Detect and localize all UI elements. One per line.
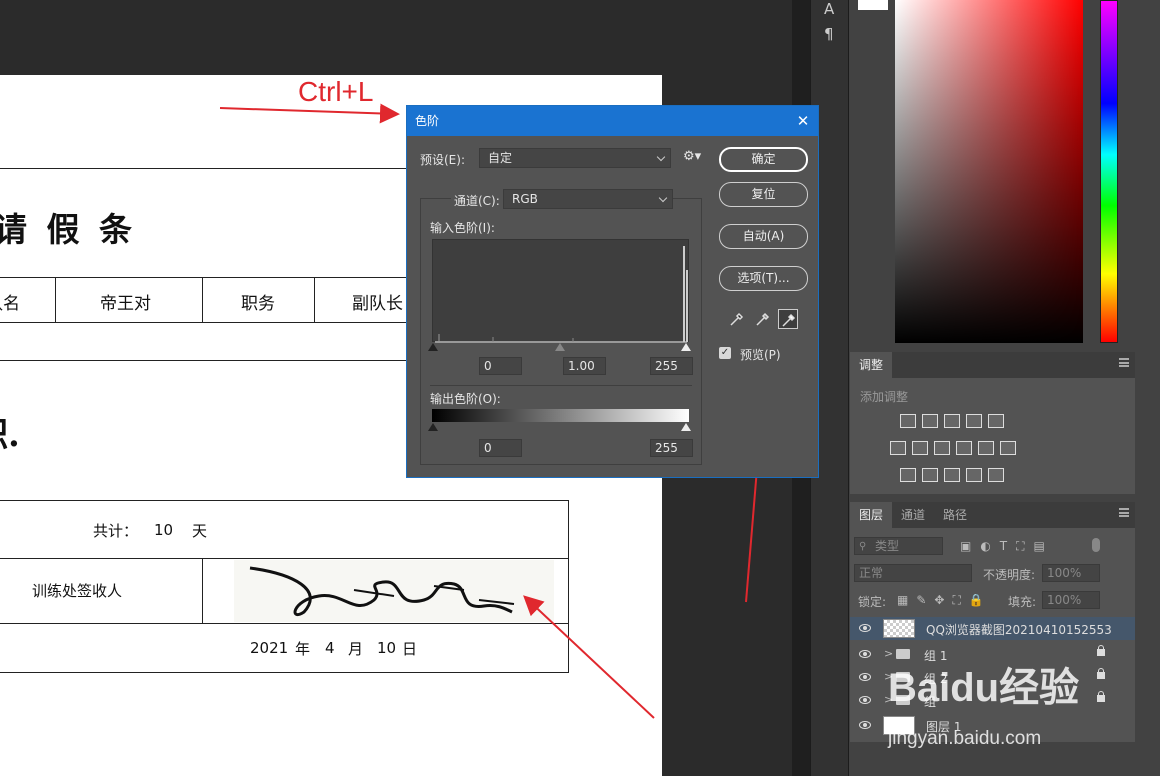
fill-field[interactable]: 100% [1042, 591, 1100, 609]
foreground-color-swatch[interactable] [858, 0, 888, 10]
tab-paths[interactable]: 路径 [934, 502, 976, 528]
input-black-slider[interactable] [428, 343, 438, 351]
exposure-icon[interactable] [966, 414, 982, 428]
layer-filter-select[interactable]: 类型 [854, 537, 943, 555]
tab-layers[interactable]: 图层 [850, 502, 893, 528]
tab-channels[interactable]: 通道 [892, 502, 934, 528]
input-white-slider[interactable] [681, 343, 691, 351]
opacity-label: 不透明度: [983, 568, 1036, 582]
output-black-slider[interactable] [428, 423, 438, 431]
preset-label: 预设(E): [420, 153, 465, 167]
input-white-field[interactable]: 255 [650, 357, 693, 375]
add-adjustment-label: 添加调整 [860, 390, 909, 404]
output-black-field[interactable]: 0 [479, 439, 522, 457]
blend-mode-select[interactable]: 正常 [854, 564, 972, 582]
lock-icon [1097, 645, 1105, 656]
fill-label: 填充: [1008, 595, 1037, 609]
reset-button[interactable]: 复位 [719, 182, 808, 207]
divider [430, 385, 692, 386]
input-black-field[interactable]: 0 [479, 357, 522, 375]
channel-select[interactable]: RGB [503, 189, 673, 209]
hue-slider[interactable] [1100, 0, 1118, 343]
photo-filter-icon[interactable] [956, 441, 972, 455]
layer-filter-icons[interactable]: ▣◐T⛶▤ [960, 539, 1054, 554]
output-white-field[interactable]: 255 [650, 439, 693, 457]
black-eyedropper-icon[interactable] [727, 309, 747, 329]
curves-icon[interactable] [944, 414, 960, 428]
color-balance-icon[interactable] [912, 441, 928, 455]
gear-icon[interactable]: ⚙▾ [683, 149, 701, 164]
output-gradient [432, 409, 689, 422]
dialog-titlebar[interactable]: 色阶 ✕ [407, 106, 818, 136]
visibility-eye-icon[interactable] [859, 650, 871, 658]
close-icon[interactable]: ✕ [794, 106, 812, 136]
levels-icon[interactable] [922, 414, 938, 428]
input-gamma-slider[interactable] [555, 343, 565, 351]
color-field[interactable] [895, 0, 1083, 343]
output-levels-label: 输出色阶(O): [430, 392, 501, 406]
panel-menu-icon[interactable] [1119, 508, 1129, 517]
lock-icon [1097, 668, 1105, 679]
visibility-eye-icon[interactable] [859, 721, 871, 729]
gradient-map-icon[interactable] [988, 468, 1004, 482]
tab-adjustments[interactable]: 调整 [850, 352, 893, 378]
lock-icons[interactable]: ▦✎✥⛶🔒 [897, 593, 992, 608]
levels-dialog: 色阶 ✕ 预设(E): 自定 ⚙▾ 通道(C): RGB 输入色阶(I): 0 … [406, 105, 819, 478]
layer-thumbnail [883, 619, 915, 638]
search-icon: ⚲ [859, 541, 867, 552]
channel-mixer-icon[interactable] [978, 441, 994, 455]
adjustments-panel: 调整 添加调整 [850, 352, 1135, 494]
preview-checkbox[interactable]: ✓ [719, 347, 731, 359]
visibility-eye-icon[interactable] [859, 696, 871, 704]
gray-eyedropper-icon[interactable] [753, 309, 773, 329]
invert-icon[interactable] [900, 468, 916, 482]
options-button[interactable]: 选项(T)... [719, 266, 808, 291]
white-eyedropper-icon[interactable] [778, 309, 798, 329]
channel-label: 通道(C): [451, 192, 503, 209]
lock-icon [1097, 691, 1105, 702]
threshold-icon[interactable] [944, 468, 960, 482]
layer-name: QQ浏览器截图20210410152553 [926, 623, 1112, 637]
preset-select[interactable]: 自定 [479, 148, 671, 168]
brightness-icon[interactable] [900, 414, 916, 428]
ok-button[interactable]: 确定 [719, 147, 808, 172]
layer-row[interactable]: QQ浏览器截图20210410152553 [850, 617, 1135, 640]
paragraph-icon[interactable]: ¶ [824, 25, 834, 43]
dialog-title: 色阶 [415, 114, 440, 128]
type-tool-icon[interactable]: A [824, 0, 834, 18]
filter-toggle[interactable] [1092, 538, 1100, 552]
hue-saturation-icon[interactable] [890, 441, 906, 455]
visibility-eye-icon[interactable] [859, 673, 871, 681]
watermark-url: jingyan.baidu.com [888, 728, 1042, 749]
vibrance-icon[interactable] [988, 414, 1004, 428]
watermark-logo: Baidu经验 [888, 666, 1080, 710]
input-levels-label: 输入色阶(I): [430, 221, 495, 235]
auto-button[interactable]: 自动(A) [719, 224, 808, 249]
color-lookup-icon[interactable] [1000, 441, 1016, 455]
histogram [432, 239, 689, 343]
lock-label: 锁定: [858, 595, 887, 609]
input-gamma-field[interactable]: 1.00 [563, 357, 606, 375]
preview-label: 预览(P) [740, 348, 781, 362]
panel-menu-icon[interactable] [1119, 358, 1129, 367]
visibility-eye-icon[interactable] [859, 624, 871, 632]
selective-color-icon[interactable] [966, 468, 982, 482]
output-white-slider[interactable] [681, 423, 691, 431]
posterize-icon[interactable] [922, 468, 938, 482]
black-white-icon[interactable] [934, 441, 950, 455]
opacity-field[interactable]: 100% [1042, 564, 1100, 582]
